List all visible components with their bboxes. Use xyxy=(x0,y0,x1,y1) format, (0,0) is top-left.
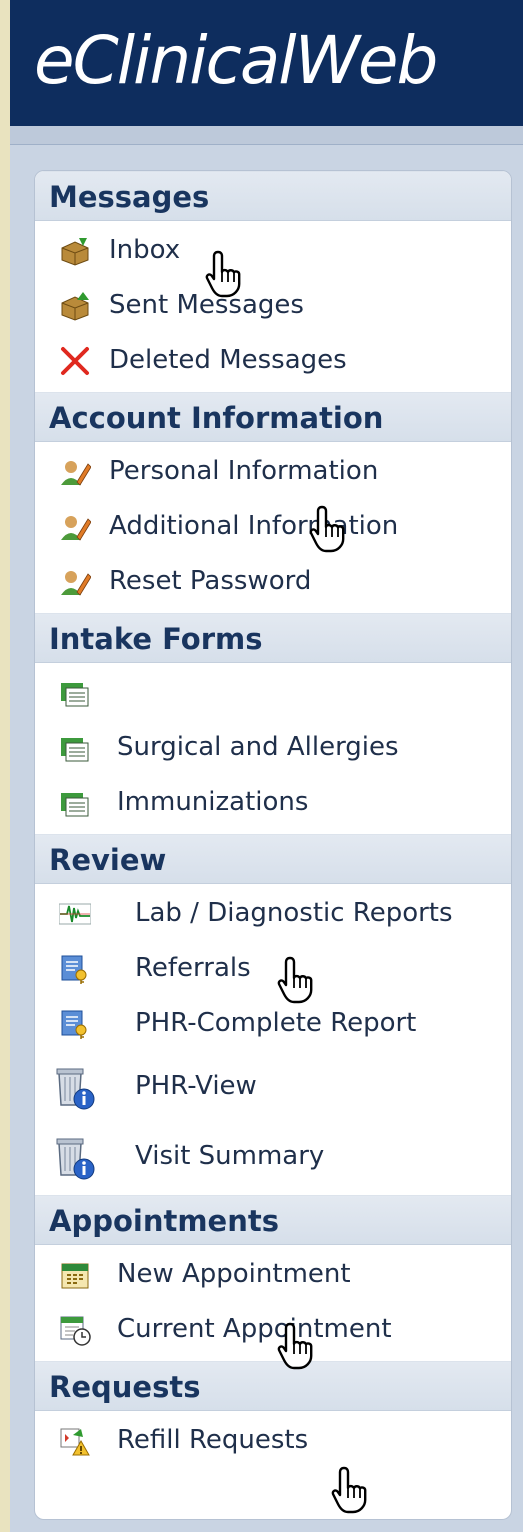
report-key-icon xyxy=(61,955,87,984)
nav-item-sent-messages[interactable]: Sent Messages xyxy=(35,278,511,333)
nav-item-new-appointment[interactable]: New Appointment xyxy=(35,1247,511,1302)
nav-label: PHR-View xyxy=(135,1071,257,1101)
calendar-clock-icon xyxy=(60,1316,91,1346)
report-key-icon xyxy=(61,1010,87,1039)
section-header-account-information: Account Information xyxy=(35,392,511,442)
requests-list: Refill Requests xyxy=(35,1411,511,1472)
form-folder-icon xyxy=(61,683,89,707)
nav-label: Personal Information xyxy=(109,456,379,486)
nav-item-referrals[interactable]: Referrals xyxy=(35,941,511,996)
nav-item-reset-password[interactable]: Reset Password xyxy=(35,554,511,609)
left-border xyxy=(0,0,10,1532)
section-header-requests: Requests xyxy=(35,1361,511,1411)
nav-label: Immunizations xyxy=(117,787,309,817)
nav-item-lab-diagnostic-reports[interactable]: Lab / Diagnostic Reports xyxy=(35,886,511,941)
sent-box-icon xyxy=(61,292,89,321)
review-list: Lab / Diagnostic Reports Referrals PHR-C… xyxy=(35,884,511,1195)
nav-item-phr-complete-report[interactable]: PHR-Complete Report xyxy=(35,996,511,1051)
nav-item-immunizations[interactable]: Immunizations xyxy=(35,775,511,830)
account-list: Personal Information Additional Informat… xyxy=(35,442,511,613)
nav-item-intake-form-untitled[interactable] xyxy=(35,665,511,720)
nav-label: Additional Information xyxy=(109,511,399,541)
calendar-icon xyxy=(61,1263,89,1289)
nav-item-personal-information[interactable]: Personal Information xyxy=(35,444,511,499)
hand-cursor-icon xyxy=(277,956,313,1004)
nav-label: PHR-Complete Report xyxy=(135,1008,417,1038)
nav-label: Deleted Messages xyxy=(109,345,347,375)
hand-cursor-icon xyxy=(277,1322,313,1370)
nav-label: Inbox xyxy=(109,235,181,265)
section-header-messages: Messages xyxy=(35,171,511,221)
navigation-panel: Messages Inbox Sent Messages Deleted Mes… xyxy=(34,170,512,1520)
section-header-appointments: Appointments xyxy=(35,1195,511,1245)
hand-cursor-icon xyxy=(205,250,241,298)
trash-info-icon xyxy=(56,1068,95,1110)
trash-info-icon xyxy=(56,1138,95,1180)
nav-label: Referrals xyxy=(135,953,251,983)
ecg-icon xyxy=(59,903,91,925)
nav-item-current-appointment[interactable]: Current Appointment xyxy=(35,1302,511,1357)
nav-item-surgical-and-allergies[interactable]: Surgical and Allergies xyxy=(35,720,511,775)
inbox-box-icon xyxy=(61,238,89,266)
hand-cursor-icon xyxy=(309,505,345,553)
section-header-intake-forms: Intake Forms xyxy=(35,613,511,663)
form-folder-icon xyxy=(61,793,89,817)
app-logo: eClinicalWeb xyxy=(34,22,438,99)
form-folder-icon xyxy=(61,738,89,762)
appointments-list: New Appointment Current Appointment xyxy=(35,1245,511,1361)
nav-label: Reset Password xyxy=(109,566,312,596)
intake-forms-list: Surgical and Allergies Immunizations xyxy=(35,663,511,834)
nav-item-phr-view[interactable]: PHR-View xyxy=(35,1051,511,1121)
nav-label: Lab / Diagnostic Reports xyxy=(135,898,453,928)
nav-item-visit-summary[interactable]: Visit Summary xyxy=(35,1121,511,1191)
red-x-icon xyxy=(61,347,89,375)
nav-label: New Appointment xyxy=(117,1259,351,1289)
nav-item-additional-information[interactable]: Additional Information xyxy=(35,499,511,554)
nav-item-refill-requests[interactable]: Refill Requests xyxy=(35,1413,511,1468)
app-header: eClinicalWeb xyxy=(10,0,523,126)
nav-item-deleted-messages[interactable]: Deleted Messages xyxy=(35,333,511,388)
nav-item-inbox[interactable]: Inbox xyxy=(35,223,511,278)
messages-list: Inbox Sent Messages Deleted Messages xyxy=(35,221,511,392)
nav-label: Current Appointment xyxy=(117,1314,392,1344)
nav-label: Surgical and Allergies xyxy=(117,732,399,762)
nav-label: Refill Requests xyxy=(117,1425,309,1455)
user-edit-icon xyxy=(61,461,91,486)
refill-request-icon xyxy=(60,1428,90,1456)
section-header-review: Review xyxy=(35,834,511,884)
hand-cursor-icon xyxy=(331,1466,367,1514)
user-edit-icon xyxy=(61,571,91,596)
header-divider xyxy=(10,126,523,145)
nav-label: Visit Summary xyxy=(135,1141,325,1171)
user-edit-icon xyxy=(61,516,91,541)
